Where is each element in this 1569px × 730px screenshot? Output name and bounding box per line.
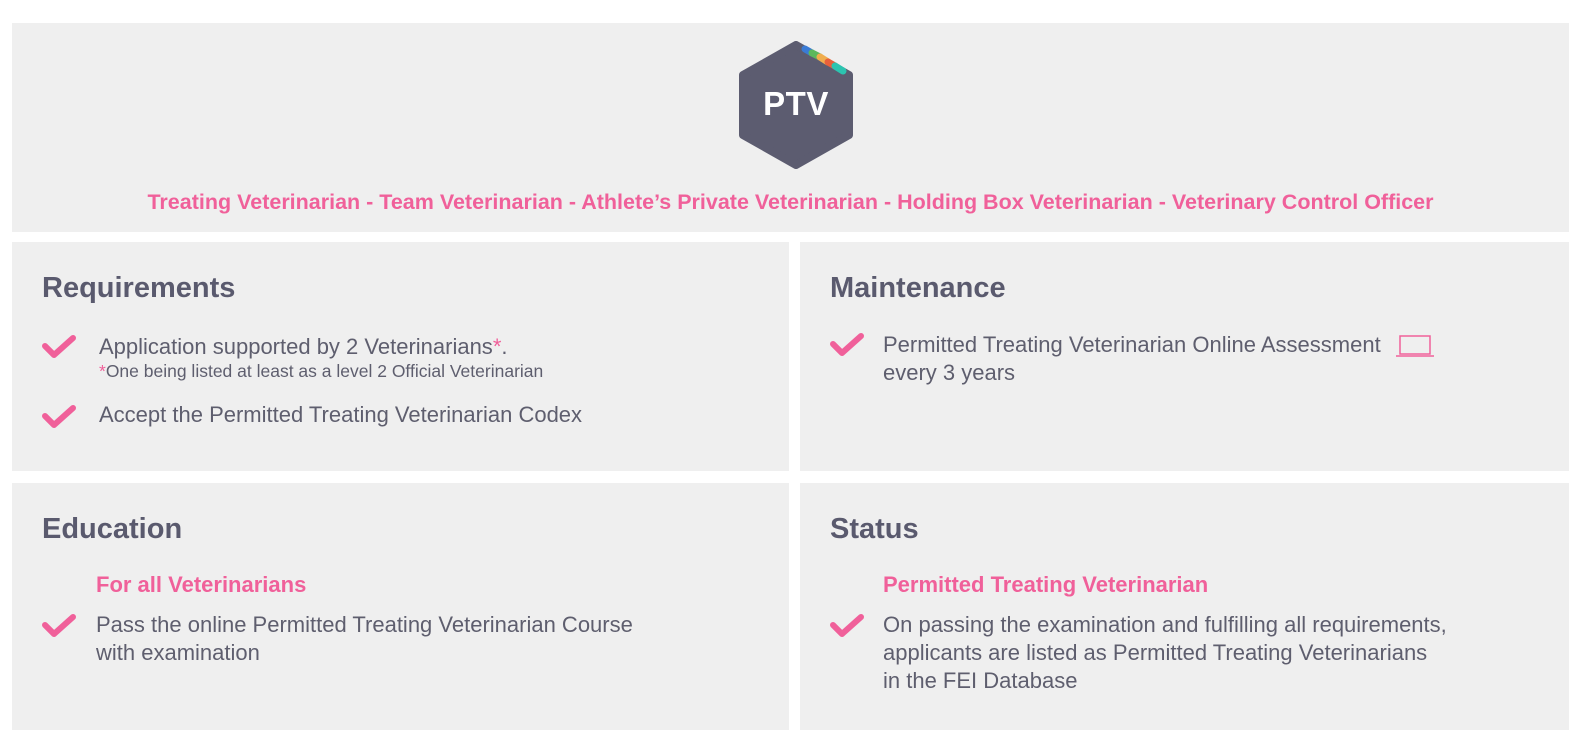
education-panel: Education For all Veterinarians Pass the… xyxy=(12,483,789,730)
maintenance-item: Permitted Treating Veterinarian Online A… xyxy=(883,331,1435,387)
check-icon xyxy=(42,335,76,358)
badge-label: PTV xyxy=(763,85,829,122)
status-item: On passing the examination and fulfillin… xyxy=(883,612,1447,693)
requirement-item-2: Accept the Permitted Treating Veterinari… xyxy=(99,402,583,427)
header-panel: PTV Treating Veterinarian - Team Veterin… xyxy=(12,23,1569,232)
requirement-note: *One being listed at least as a level 2 … xyxy=(99,361,544,381)
laptop-icon xyxy=(1395,335,1434,357)
status-title: Status xyxy=(830,513,919,545)
status-subheading: Permitted Treating Veterinarian xyxy=(883,572,1209,597)
education-subheading: For all Veterinarians xyxy=(96,572,307,597)
requirement-item-1: Application supported by 2 Veterinarians… xyxy=(99,334,544,381)
requirements-title: Requirements xyxy=(42,272,236,304)
check-icon xyxy=(42,405,76,428)
education-item: Pass the online Permitted Treating Veter… xyxy=(96,612,633,665)
education-title: Education xyxy=(42,513,183,545)
maintenance-title: Maintenance xyxy=(830,272,1006,304)
maintenance-panel: Maintenance Permitted Treating Veterinar… xyxy=(800,242,1569,471)
roles-line: Treating Veterinarian - Team Veterinaria… xyxy=(147,190,1434,214)
status-panel: Status Permitted Treating Veterinarian O… xyxy=(800,483,1569,730)
requirements-panel: Requirements Application supported by 2 … xyxy=(12,242,789,471)
check-icon xyxy=(830,333,864,356)
check-icon xyxy=(42,614,76,637)
check-icon xyxy=(830,614,864,637)
